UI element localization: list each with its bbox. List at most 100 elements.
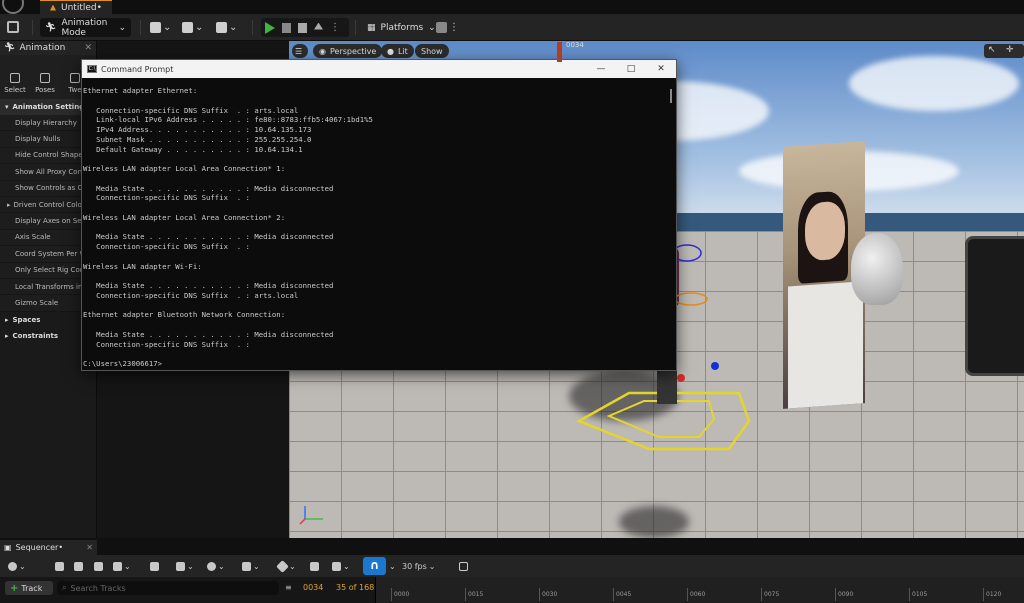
eye-icon [207,561,216,571]
chevron-down-icon: ⌄ [218,561,225,571]
command-prompt-titlebar[interactable]: C:\ Command Prompt — □ ✕ [82,60,676,78]
snap-magnet-button[interactable]: ∩ [363,557,386,575]
command-prompt-window[interactable]: C:\ Command Prompt — □ ✕ Ethernet adapte… [81,59,677,371]
terminal-line: Connection-specific DNS Suffix . : [83,242,250,251]
animation-panel-tab[interactable]: 🏃︎ Animation ✕ [0,41,96,55]
pen-icon [332,561,341,571]
eject-icon[interactable] [314,22,323,30]
rig-controls[interactable] [669,241,729,411]
globe-icon [8,561,17,571]
actions-button[interactable]: ⌄ [113,561,131,571]
viewport-options-button[interactable]: ☰ [292,44,308,58]
ruler-tick-label: 0105 [908,588,928,601]
add-content-button[interactable]: ⌄ [150,20,174,35]
show-button[interactable]: Show [415,44,449,58]
chevron-down-icon: ⌄ [389,561,396,571]
chevron-down-icon: ⌄ [428,22,436,33]
transform-tools[interactable]: ↖ ✛ [984,44,1024,58]
lit-button[interactable]: ● Lit [381,44,414,58]
auto-key-button[interactable] [310,561,319,571]
3d-head-mesh[interactable] [851,233,903,305]
blueprint-icon [182,22,193,33]
sequencer-toolbar: ⌄ ⌄ ⌄ ⌄ ⌄ ⌄ ⌄ ∩ ⌄ 30 fps ⌄ [0,555,1024,577]
close-icon[interactable]: ✕ [86,543,93,552]
hierarchy-button[interactable] [150,561,159,571]
step-icon[interactable] [282,22,291,33]
cloud [849,56,1019,111]
blueprints-button[interactable]: ⌄ [182,20,206,35]
more-options-icon[interactable]: ⋮ [330,22,340,33]
clapperboard-icon [216,22,227,33]
world-button[interactable]: ⌄ [8,561,26,571]
terminal-output[interactable]: Ethernet adapter Ethernet: Connection-sp… [83,86,663,371]
platforms-button[interactable]: ▦ Platforms ⌄ [362,18,441,37]
terminal-line: Wireless LAN adapter Wi-Fi: [83,261,202,271]
cine-camera-actor[interactable] [965,236,1024,376]
search-tracks-input[interactable]: ⌕ Search Tracks [57,581,279,595]
chevron-down-icon: ⌄ [187,561,194,571]
unreal-logo-icon[interactable] [2,0,24,14]
section-label: Animation Settings [12,103,89,111]
hierarchy-icon [150,561,159,571]
animation-icon: 🏃︎ [4,43,16,53]
frame-rate-label: 30 fps [402,561,427,571]
maximize-icon[interactable]: □ [616,60,646,78]
ruler-tick-label: 0045 [612,588,632,601]
playhead-frame-label: 0034 [566,41,584,49]
stop-icon[interactable] [298,22,307,33]
tween-tool-label: Twe [68,86,82,94]
timeline-ruler[interactable]: 0000 0015 0030 0045 0060 0075 0090 0105 0120 [375,577,1024,603]
current-frame-field[interactable]: 0034 [303,583,323,592]
plus-icon: + [10,582,19,594]
poses-tool[interactable]: Poses [30,73,60,94]
photo-shirt [788,281,863,409]
add-track-button[interactable]: + Track [5,581,53,595]
cinematics-button[interactable]: ⌄ [216,20,240,35]
playhead-handle[interactable] [557,42,562,62]
snap-options-chevron[interactable]: ⌄ [389,561,396,571]
terminal-line: Link-local IPv6 Address . . . . . : fe80… [83,115,373,125]
sequencer-track-header: + Track ⌕ Search Tracks ≡ 0034 35 of 168… [0,577,1024,603]
scrollbar-thumb[interactable] [670,89,672,103]
document-tab[interactable]: Untitled• [40,0,112,14]
chevron-right-icon: ▸ [5,331,9,340]
render-movie-button[interactable] [94,561,103,571]
toolbar-divider [140,20,141,35]
timecode-button[interactable] [459,561,468,571]
sequencer-tab[interactable]: ▣ Sequencer• ✕ [0,540,97,555]
axis-gizmo-icon [299,506,323,525]
play-icon[interactable] [265,21,275,34]
tween-icon [70,73,80,83]
add-track-label: Track [21,583,43,593]
save-icon [55,561,64,571]
chevron-down-icon: ⌄ [428,561,436,571]
settings-button[interactable]: ⋮ [436,20,460,35]
save-icon[interactable] [7,21,19,33]
terminal-line: Connection-specific DNS Suffix . : [83,193,250,203]
running-figure-icon: 🏃︎ [45,22,57,33]
curve-editor-button[interactable]: ⌄ [332,561,350,571]
find-asset-button[interactable] [74,561,83,571]
select-tool[interactable]: Select [0,73,30,94]
view-options-button[interactable]: ⌄ [207,561,225,571]
terminal-line: Media State . . . . . . . . . . . : Medi… [83,232,334,242]
close-icon[interactable]: ✕ [84,43,92,53]
playback-options-button[interactable]: ⌄ [242,561,260,571]
section-label: Spaces [12,315,41,324]
filter-icon[interactable]: ≡ [285,583,292,592]
playback-icon [242,561,251,571]
lit-icon: ● [387,46,394,56]
save-sequence-button[interactable] [55,561,64,571]
frame-rate-selector[interactable]: 30 fps ⌄ [402,561,436,571]
key-options-button[interactable]: ⌄ [276,559,296,573]
minimize-icon[interactable]: — [586,60,616,78]
ruler-tick-label: 0075 [760,588,780,601]
edit-tools-button[interactable]: ⌄ [176,561,194,571]
terminal-line: Default Gateway . . . . . . . . . : 10.6… [83,144,303,154]
chevron-down-icon: ⌄ [343,561,350,571]
perspective-button[interactable]: ◉ Perspective [313,44,383,58]
mode-selector-button[interactable]: 🏃︎ Animation Mode ⌄ [40,18,131,38]
close-icon[interactable]: ✕ [646,60,676,78]
